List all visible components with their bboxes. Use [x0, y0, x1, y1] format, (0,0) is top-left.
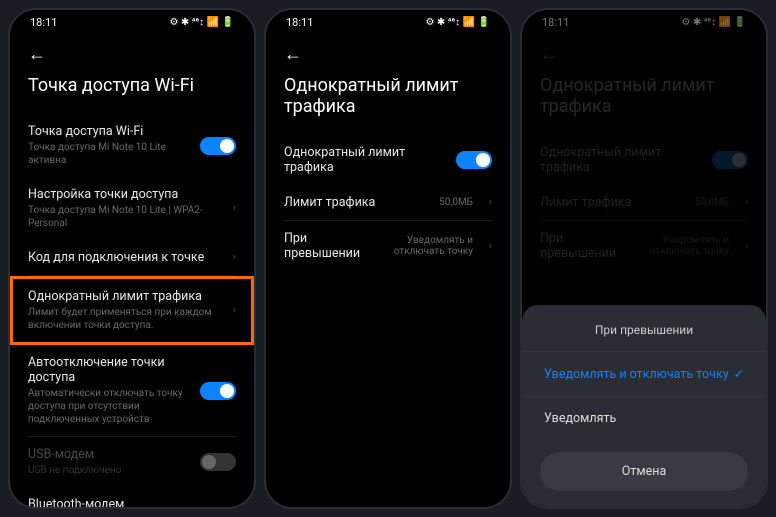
chevron-right-icon: › — [745, 197, 748, 208]
toggle-switch[interactable] — [200, 137, 236, 155]
setting-sub: Точка доступа Mi Note 10 Lite активна — [28, 141, 188, 167]
setting-value: 50,0МБ — [439, 197, 473, 208]
back-button[interactable]: ← — [10, 34, 254, 69]
setting-label: Код для подключения к точке — [28, 250, 217, 265]
status-time: 18:11 — [286, 16, 313, 29]
phone-screen-3: 18:11 ⚙ ✱ ⁴⁶↕ 📶 🔋 ← Однократный лимит тр… — [520, 8, 768, 509]
traffic-limit-row[interactable]: Лимит трафика 50,0МБ › — [284, 185, 492, 221]
page-title: Однократный лимит трафика — [522, 69, 766, 135]
phone-screen-1: 18:11 ⚙ ✱ ⁴⁶↕ 📶 🔋 ← Точка доступа Wi-Fi … — [8, 8, 256, 509]
page-title: Однократный лимит трафика — [266, 69, 510, 135]
setting-label: Bluetooth-модем — [28, 497, 188, 507]
sheet-title: При превышении — [522, 323, 766, 351]
statusbar: 18:11 ⚙ ✱ ⁴⁶↕ 📶 🔋 — [10, 10, 254, 34]
toggle-switch[interactable] — [200, 382, 236, 400]
bluetooth-modem-row[interactable]: Bluetooth-модем Доступ к интернет-подклю… — [28, 487, 236, 507]
option-label: Уведомлять — [544, 411, 616, 426]
wifi-hotspot-toggle-row[interactable]: Точка доступа Wi-Fi Точка доступа Mi Not… — [28, 114, 236, 177]
chevron-right-icon: › — [489, 241, 492, 252]
setting-label: При превышении — [540, 231, 616, 261]
bottom-sheet: При превышении Уведомлять и отключать то… — [522, 305, 766, 507]
toggle-switch — [712, 151, 748, 169]
chevron-right-icon: › — [233, 305, 236, 316]
back-button[interactable]: ← — [522, 34, 766, 69]
setting-label: Лимит трафика — [284, 195, 427, 210]
cancel-button[interactable]: Отмена — [540, 452, 748, 491]
setting-label: USB-модем — [28, 447, 188, 462]
status-icons: ⚙ ✱ ⁴⁶↕ 📶 🔋 — [169, 17, 234, 28]
cancel-label: Отмена — [622, 464, 667, 479]
usb-modem-row[interactable]: USB-модем USB не подключено — [28, 437, 236, 487]
setting-value: 50,0МБ — [695, 197, 729, 208]
sheet-option-notify[interactable]: Уведомлять — [522, 396, 766, 440]
sheet-option-notify-disable[interactable]: Уведомлять и отключать точку ✓ — [522, 351, 766, 396]
settings-content: Точка доступа Wi-Fi Точка доступа Mi Not… — [10, 114, 254, 507]
setting-sub: USB не подключено — [28, 464, 188, 477]
settings-content: Однократный лимит трафика Лимит трафика … — [266, 135, 510, 507]
statusbar: 18:11 ⚙ ✱ ⁴⁶↕ 📶 🔋 — [522, 10, 766, 34]
highlighted-setting: Однократный лимит трафика Лимит будет пр… — [10, 276, 254, 345]
limit-toggle-row: Однократный лимит трафика — [540, 135, 748, 185]
back-button[interactable]: ← — [266, 34, 510, 69]
setting-sub: Точка доступа Mi Note 10 Lite | WPA2-Per… — [28, 204, 217, 230]
chevron-right-icon: › — [233, 252, 236, 263]
statusbar: 18:11 ⚙ ✱ ⁴⁶↕ 📶 🔋 — [266, 10, 510, 34]
option-label: Уведомлять и отключать точку — [544, 367, 729, 382]
setting-label: Однократный лимит трафика — [540, 145, 700, 175]
setting-label: Лимит трафика — [540, 195, 683, 210]
setting-label: Однократный лимит трафика — [28, 289, 217, 304]
setting-value: Уведомлять и отключать точку — [372, 235, 473, 257]
data-limit-row[interactable]: Однократный лимит трафика Лимит будет пр… — [28, 279, 236, 342]
page-title: Точка доступа Wi-Fi — [10, 69, 254, 114]
chevron-right-icon: › — [489, 197, 492, 208]
hotspot-settings-row[interactable]: Настройка точки доступа Точка доступа Mi… — [28, 177, 236, 240]
status-time: 18:11 — [542, 16, 569, 29]
on-exceed-row: При превышении Уведомлять и отключать то… — [540, 221, 748, 271]
auto-disable-row[interactable]: Автоотключение точки доступа Автоматичес… — [28, 345, 236, 437]
status-icons: ⚙ ✱ ⁴⁶↕ 📶 🔋 — [425, 17, 490, 28]
setting-label: При превышении — [284, 231, 360, 261]
status-icons: ⚙ ✱ ⁴⁶↕ 📶 🔋 — [681, 17, 746, 28]
checkmark-icon: ✓ — [734, 366, 744, 382]
limit-toggle-row[interactable]: Однократный лимит трафика — [284, 135, 492, 185]
setting-label: Точка доступа Wi-Fi — [28, 124, 188, 139]
chevron-right-icon: › — [745, 241, 748, 252]
on-exceed-row[interactable]: При превышении Уведомлять и отключать то… — [284, 221, 492, 271]
setting-label: Автоотключение точки доступа — [28, 355, 188, 385]
setting-sub: Автоматически отключать точку доступа пр… — [28, 387, 188, 426]
setting-label: Однократный лимит трафика — [284, 145, 444, 175]
setting-value: Уведомлять и отключать точку — [628, 235, 729, 257]
chevron-right-icon: › — [233, 203, 236, 214]
setting-label: Настройка точки доступа — [28, 187, 217, 202]
status-time: 18:11 — [30, 16, 57, 29]
connection-code-row[interactable]: Код для подключения к точке › — [28, 240, 236, 276]
toggle-switch[interactable] — [200, 453, 236, 471]
phone-screen-2: 18:11 ⚙ ✱ ⁴⁶↕ 📶 🔋 ← Однократный лимит тр… — [264, 8, 512, 509]
toggle-switch[interactable] — [456, 151, 492, 169]
setting-sub: Лимит будет применяться при каждом включ… — [28, 306, 217, 332]
traffic-limit-row: Лимит трафика 50,0МБ › — [540, 185, 748, 221]
